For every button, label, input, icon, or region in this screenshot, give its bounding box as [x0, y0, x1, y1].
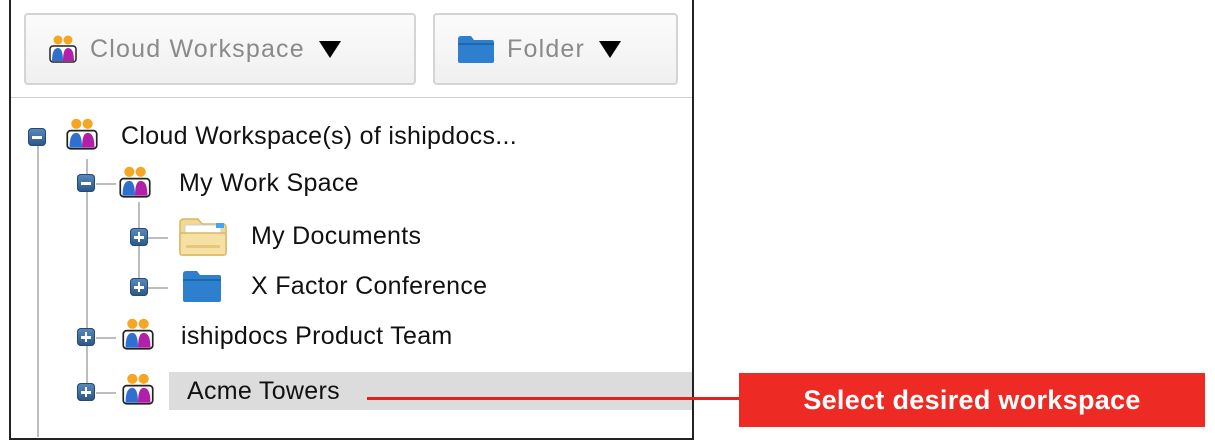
folder-icon [182, 269, 222, 308]
team-icon [65, 117, 99, 156]
tree-connector [37, 137, 39, 437]
open-folder-icon [178, 215, 228, 262]
tree-item-my-work-space-label[interactable]: My Work Space [179, 169, 359, 198]
chevron-down-icon [599, 40, 622, 58]
collapse-toggle[interactable] [77, 174, 95, 192]
team-icon [48, 34, 78, 64]
folder-icon [457, 34, 495, 64]
tree-connector [86, 159, 88, 399]
folder-dropdown[interactable]: Folder [433, 13, 678, 85]
callout-badge: Select desired workspace [739, 373, 1205, 427]
expand-toggle[interactable] [130, 228, 148, 246]
collapse-toggle[interactable] [28, 128, 46, 146]
tree-connector [96, 392, 116, 394]
workspace-tree: Cloud Workspace(s) of ishipdocs... My Wo… [11, 97, 692, 437]
tree-item-root-label[interactable]: Cloud Workspace(s) of ishipdocs... [121, 122, 517, 151]
tree-item-product-team-label[interactable]: ishipdocs Product Team [181, 322, 453, 351]
callout-pointer-line [367, 397, 742, 400]
tree-connector [148, 287, 168, 289]
team-icon [121, 317, 155, 356]
chevron-down-icon [318, 40, 341, 58]
toolbar: Cloud Workspace Folder [11, 0, 692, 98]
tree-connector [96, 337, 116, 339]
expand-toggle[interactable] [130, 278, 148, 296]
workspace-dropdown[interactable]: Cloud Workspace [24, 13, 416, 85]
expand-toggle[interactable] [77, 328, 95, 346]
tree-item-my-documents-label[interactable]: My Documents [251, 222, 421, 251]
tree-connector [148, 237, 168, 239]
folder-dropdown-label: Folder [507, 34, 586, 63]
team-icon [118, 165, 152, 204]
team-icon [121, 372, 155, 411]
tree-item-acme-towers-label[interactable]: Acme Towers [187, 377, 340, 406]
workspace-panel: Cloud Workspace Folder Cloud Workspace(s… [9, 0, 694, 440]
workspace-dropdown-label: Cloud Workspace [90, 34, 305, 63]
tree-item-x-factor-label[interactable]: X Factor Conference [251, 272, 487, 301]
tree-connector [96, 183, 116, 185]
expand-toggle[interactable] [77, 383, 95, 401]
